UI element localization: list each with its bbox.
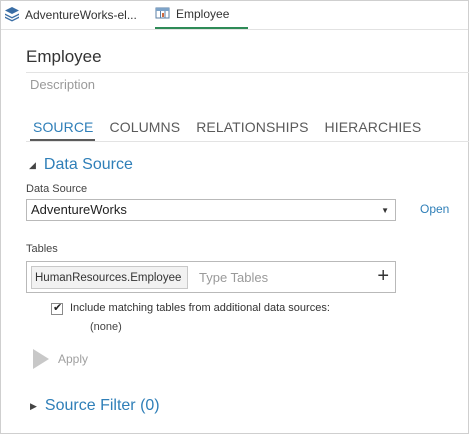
data-source-label: Data Source [26, 183, 88, 195]
tab-columns[interactable]: COLUMNS [110, 119, 181, 138]
layers-icon [4, 6, 20, 25]
chevron-down-icon: ▼ [381, 206, 389, 215]
tab-source[interactable]: SOURCE [33, 119, 94, 138]
expand-triangle-icon: ▶ [30, 400, 37, 411]
tab-employee[interactable]: Employee [155, 1, 248, 29]
data-source-dropdown[interactable]: AdventureWorks ▼ [26, 199, 396, 221]
tables-placeholder[interactable]: Type Tables [199, 270, 268, 285]
tables-label: Tables [26, 243, 58, 255]
tab-relationships[interactable]: RELATIONSHIPS [196, 119, 308, 138]
document-tab-strip: AdventureWorks-el... Employee [1, 1, 468, 30]
dropdown-value: AdventureWorks [31, 202, 127, 217]
page-title[interactable]: Employee [26, 47, 102, 67]
subtab-bar: SOURCE COLUMNS RELATIONSHIPS HIERARCHIES [33, 119, 437, 138]
include-matching-label: Include matching tables from additional … [70, 302, 330, 314]
section-heading: Data Source [43, 156, 133, 173]
table-chip[interactable]: HumanResources.Employee [31, 266, 188, 289]
description-field[interactable]: Description [30, 77, 95, 92]
section-heading: Source Filter (0) [44, 397, 160, 414]
tab-label: Employee [176, 7, 230, 21]
tables-input[interactable]: HumanResources.Employee Type Tables + [26, 261, 396, 293]
collapse-triangle-icon: ◢ [29, 159, 36, 170]
apply-button[interactable]: Apply [33, 349, 88, 369]
tab-adventureworks[interactable]: AdventureWorks-el... [4, 1, 137, 29]
source-filter-section-toggle[interactable]: ▶ Source Filter (0) [30, 397, 160, 415]
checkmark-icon: ✔ [53, 302, 63, 314]
data-source-section-toggle[interactable]: ◢ Data Source [29, 156, 133, 174]
add-icon[interactable]: + [377, 265, 389, 288]
include-matching-checkbox[interactable]: ✔ [51, 302, 63, 315]
open-link[interactable]: Open [420, 202, 449, 216]
matching-sources-value: (none) [90, 321, 122, 333]
play-icon [33, 349, 49, 369]
tab-hierarchies[interactable]: HIERARCHIES [325, 119, 422, 138]
active-tab-indicator [30, 139, 95, 141]
tab-label: AdventureWorks-el... [25, 8, 137, 22]
apply-label: Apply [58, 352, 89, 366]
subtab-divider [26, 141, 469, 142]
title-divider [26, 72, 469, 73]
table-icon [155, 6, 171, 23]
